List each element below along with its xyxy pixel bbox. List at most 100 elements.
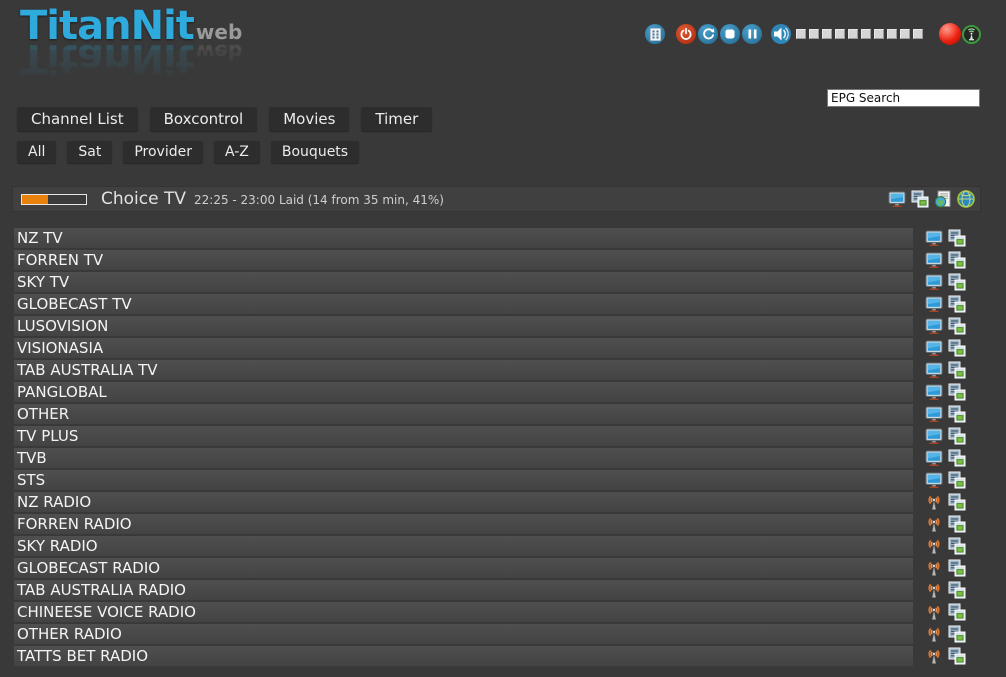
channel-name[interactable]: LUSOVISION xyxy=(14,316,913,336)
tv-stream-button[interactable] xyxy=(924,471,943,490)
tv-stream-button[interactable] xyxy=(924,295,943,314)
epg-search-input[interactable] xyxy=(827,89,980,107)
channel-name[interactable]: SKY TV xyxy=(14,272,913,292)
channel-name[interactable]: STS xyxy=(14,470,913,490)
volume-segment[interactable] xyxy=(887,29,897,39)
tv-stream-button[interactable] xyxy=(924,229,943,248)
screenshot-button[interactable] xyxy=(947,273,966,292)
screenshot-button[interactable] xyxy=(947,515,966,534)
radio-stream-button[interactable] xyxy=(924,581,943,600)
tv-stream-button[interactable] xyxy=(924,251,943,270)
filter-provider-button[interactable]: Provider xyxy=(123,141,203,163)
screenshot-button[interactable] xyxy=(947,295,966,314)
channel-name[interactable]: TVB xyxy=(14,448,913,468)
channel-actions xyxy=(924,515,966,534)
monitor-icon xyxy=(925,362,943,379)
screenshot-button[interactable] xyxy=(947,427,966,446)
nav-movies-button[interactable]: Movies xyxy=(269,107,349,131)
pause-button[interactable] xyxy=(742,24,762,44)
radio-stream-button[interactable] xyxy=(924,559,943,578)
tv-stream-button[interactable] xyxy=(924,361,943,380)
channel-name[interactable]: TAB AUSTRALIA RADIO xyxy=(14,580,913,600)
epg-page-button[interactable] xyxy=(933,190,952,209)
nav-timer-button[interactable]: Timer xyxy=(361,107,432,131)
filter-bouquets-button[interactable]: Bouquets xyxy=(271,141,359,163)
tv-stream-button[interactable] xyxy=(924,339,943,358)
radio-stream-button[interactable] xyxy=(924,537,943,556)
channel-row: TAB AUSTRALIA TV xyxy=(14,360,966,380)
screenshot-button[interactable] xyxy=(947,229,966,248)
channel-name[interactable]: NZ RADIO xyxy=(14,492,913,512)
channel-name[interactable]: GLOBECAST TV xyxy=(14,294,913,314)
tv-stream-button[interactable] xyxy=(924,383,943,402)
refresh-button[interactable] xyxy=(698,24,718,44)
remote-keypad-button[interactable] xyxy=(645,24,665,44)
radio-stream-button[interactable] xyxy=(924,647,943,666)
volume-segment[interactable] xyxy=(861,29,871,39)
screenshot-button[interactable] xyxy=(947,317,966,336)
volume-segment[interactable] xyxy=(848,29,858,39)
screenshot-button[interactable] xyxy=(910,190,929,209)
copy-windows-icon xyxy=(948,427,966,445)
nav-boxcontrol-button[interactable]: Boxcontrol xyxy=(150,107,258,131)
screenshot-button[interactable] xyxy=(947,339,966,358)
radio-stream-button[interactable] xyxy=(924,603,943,622)
channel-name[interactable]: NZ TV xyxy=(14,228,913,248)
channel-name[interactable]: TAB AUSTRALIA TV xyxy=(14,360,913,380)
screenshot-button[interactable] xyxy=(947,559,966,578)
channel-name[interactable]: FORREN RADIO xyxy=(14,514,913,534)
signal-button[interactable] xyxy=(962,25,981,44)
volume-segment[interactable] xyxy=(809,29,819,39)
tv-stream-button[interactable] xyxy=(924,427,943,446)
volume-segment[interactable] xyxy=(796,29,806,39)
screenshot-button[interactable] xyxy=(947,449,966,468)
screenshot-button[interactable] xyxy=(947,581,966,600)
screenshot-button[interactable] xyxy=(947,603,966,622)
channel-name[interactable]: PANGLOBAL xyxy=(14,382,913,402)
stop-button[interactable] xyxy=(720,24,740,44)
copy-windows-icon xyxy=(948,449,966,467)
channel-name[interactable]: SKY RADIO xyxy=(14,536,913,556)
screenshot-button[interactable] xyxy=(947,471,966,490)
screenshot-button[interactable] xyxy=(947,383,966,402)
screenshot-button[interactable] xyxy=(947,625,966,644)
screenshot-button[interactable] xyxy=(947,361,966,380)
tv-stream-button[interactable] xyxy=(924,273,943,292)
filter-sat-button[interactable]: Sat xyxy=(67,141,112,163)
channel-name[interactable]: VISIONASIA xyxy=(14,338,913,358)
nav-channel-list-button[interactable]: Channel List xyxy=(17,107,138,131)
tv-stream-button[interactable] xyxy=(924,449,943,468)
channel-name[interactable]: TV PLUS xyxy=(14,426,913,446)
channel-name[interactable]: CHINEESE VOICE RADIO xyxy=(14,602,913,622)
channel-name[interactable]: TATTS BET RADIO xyxy=(14,646,913,666)
volume-segment[interactable] xyxy=(822,29,832,39)
volume-segment[interactable] xyxy=(900,29,910,39)
volume-segment[interactable] xyxy=(913,29,923,39)
radio-stream-button[interactable] xyxy=(924,625,943,644)
tv-stream-button[interactable] xyxy=(887,190,906,209)
screenshot-button[interactable] xyxy=(947,251,966,270)
channel-name[interactable]: OTHER xyxy=(14,404,913,424)
filter-az-button[interactable]: A-Z xyxy=(214,141,260,163)
progress-fill xyxy=(22,195,48,204)
volume-segment[interactable] xyxy=(835,29,845,39)
filter-all-button[interactable]: All xyxy=(17,141,56,163)
radio-stream-button[interactable] xyxy=(924,515,943,534)
screenshot-button[interactable] xyxy=(947,647,966,666)
power-button[interactable] xyxy=(676,24,696,44)
volume-button[interactable] xyxy=(770,23,792,45)
monitor-icon xyxy=(925,230,943,247)
channel-name[interactable]: OTHER RADIO xyxy=(14,624,913,644)
web-button[interactable] xyxy=(956,190,975,209)
channel-name[interactable]: FORREN TV xyxy=(14,250,913,270)
screenshot-button[interactable] xyxy=(947,537,966,556)
radio-stream-button[interactable] xyxy=(924,493,943,512)
screenshot-button[interactable] xyxy=(947,493,966,512)
tv-stream-button[interactable] xyxy=(924,405,943,424)
screenshot-button[interactable] xyxy=(947,405,966,424)
record-indicator[interactable] xyxy=(939,23,961,45)
volume-segment[interactable] xyxy=(874,29,884,39)
channel-name[interactable]: GLOBECAST RADIO xyxy=(14,558,913,578)
radio-antenna-icon xyxy=(925,648,943,665)
tv-stream-button[interactable] xyxy=(924,317,943,336)
